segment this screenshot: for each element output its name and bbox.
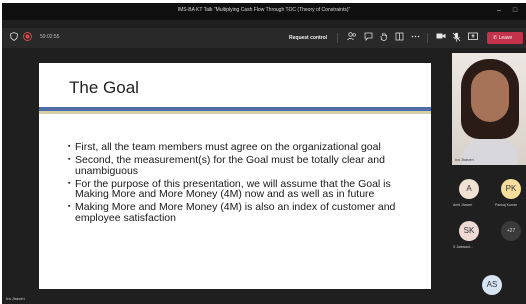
presentation-slide: The Goal First, all the team members mus… [39, 63, 431, 289]
participant-avatar[interactable]: A [459, 179, 479, 199]
presenter-name-label: Ira Jhaveri [6, 296, 25, 301]
slide-bullet: Making More and More Money (4M) is also … [68, 202, 424, 223]
participant-avatar[interactable]: AS [482, 275, 502, 295]
leave-button[interactable]: ✆ Leave [487, 32, 523, 44]
toolbar-divider [427, 33, 428, 43]
participant-name: S Jaiswant... [453, 245, 473, 249]
participants-panel: Ira Jhaveri A Amit Jhaveri PK Pankaj Kum… [449, 51, 526, 304]
microphone-icon[interactable] [451, 32, 462, 43]
meeting-timer: 59:02:55 [40, 34, 60, 40]
participant-avatar[interactable]: PK [501, 179, 521, 199]
maximize-button[interactable]: □ [508, 5, 522, 17]
shared-content-stage: The Goal First, all the team members mus… [2, 51, 448, 304]
raise-hand-icon[interactable] [378, 32, 389, 43]
window-title: IMS-BA KT Talk "Multiplying Cash Flow Th… [177, 7, 351, 13]
participant-name: Amit Jhaveri [453, 203, 473, 207]
minimize-button[interactable]: – [492, 5, 506, 17]
more-participants-button[interactable]: +27 [501, 221, 521, 241]
slide-bullet: First, all the team members must agree o… [68, 142, 424, 153]
shield-icon [8, 32, 19, 43]
chat-icon[interactable] [363, 32, 374, 43]
meeting-toolbar: 59:02:55 Request control ✆ Leave [2, 28, 526, 48]
toolbar-divider [337, 33, 338, 43]
leave-label: Leave [498, 35, 513, 41]
meeting-window: IMS-BA KT Talk "Multiplying Cash Flow Th… [2, 3, 526, 304]
participant-video[interactable]: Ira Jhaveri [452, 53, 526, 165]
participant-name: Pankaj Kumar [495, 203, 517, 207]
people-icon[interactable] [346, 32, 357, 43]
title-bar: IMS-BA KT Talk "Multiplying Cash Flow Th… [2, 3, 526, 20]
slide-bullet-list: First, all the team members must agree o… [68, 142, 424, 226]
rooms-icon[interactable] [394, 32, 405, 43]
participant-avatar[interactable]: SK [459, 221, 479, 241]
slide-divider-accent [39, 111, 431, 114]
video-name-label: Ira Jhaveri [455, 157, 474, 162]
video-person-face [471, 70, 509, 122]
request-control-button[interactable]: Request control [285, 33, 331, 43]
slide-title: The Goal [69, 78, 139, 97]
share-screen-icon[interactable] [467, 32, 478, 43]
slide-bullet: For the purpose of this presentation, we… [68, 178, 424, 200]
more-options-icon[interactable] [410, 32, 421, 43]
recording-icon [22, 32, 33, 43]
camera-icon[interactable] [435, 32, 446, 43]
phone-icon: ✆ [493, 35, 498, 41]
slide-bullet: Second, the measurement(s) for the Goal … [68, 155, 424, 176]
